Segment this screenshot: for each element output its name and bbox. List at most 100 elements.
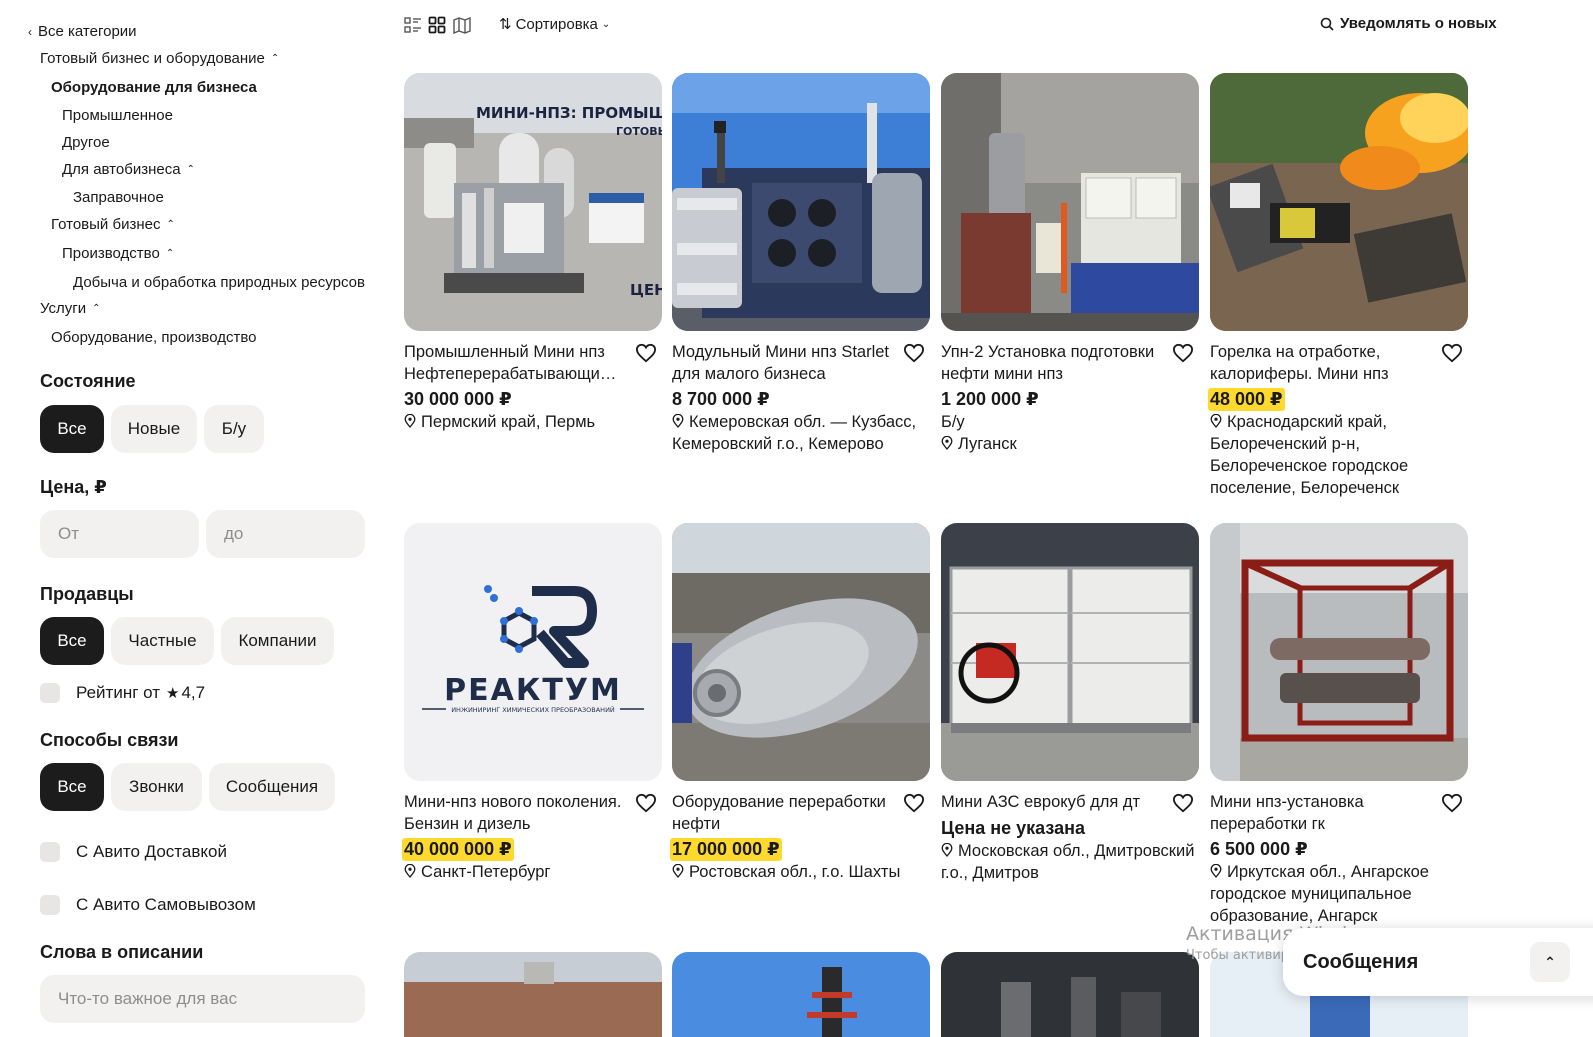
location-pin-icon	[941, 436, 953, 450]
listing-image[interactable]	[941, 523, 1199, 781]
listing-location: Пермский край, Пермь	[404, 411, 662, 433]
sort-dropdown[interactable]: ⇅ Сортировка ⌄	[499, 15, 610, 34]
listing-price: 30 000 000 ₽	[404, 389, 512, 409]
listing-image[interactable]	[1210, 73, 1468, 331]
contact-calls-button[interactable]: Звонки	[111, 763, 202, 811]
category-item[interactable]: Готовый бизнес ⌃	[51, 216, 175, 233]
category-item[interactable]: Производство ⌃	[62, 245, 174, 262]
price-from-input[interactable]	[40, 510, 199, 558]
listing-card[interactable]: Оборудование переработки нефти 17 000 00…	[670, 523, 930, 883]
condition-new-button[interactable]: Новые	[111, 405, 197, 453]
keywords-input[interactable]	[40, 975, 365, 1023]
listing-card[interactable]: Мини нпз-установка переработки гк 6 500 …	[1210, 523, 1468, 927]
heart-icon[interactable]	[903, 343, 925, 363]
all-categories-link[interactable]: ‹ Все категории	[28, 23, 137, 40]
category-item[interactable]: Готовый бизнес и оборудование ⌃	[40, 50, 279, 67]
messages-panel[interactable]: Сообщения ⌃	[1283, 928, 1593, 996]
rating-checkbox[interactable]	[40, 683, 60, 703]
category-item[interactable]: Заправочное	[73, 189, 164, 206]
notify-new-button[interactable]: Уведомлять о новых	[1320, 15, 1497, 32]
listing-price: 17 000 000 ₽	[670, 838, 782, 861]
search-bell-icon	[1320, 17, 1334, 31]
contact-messages-button[interactable]: Сообщения	[209, 763, 335, 811]
listing-title[interactable]: Горелка на отработке, калориферы. Мини н…	[1210, 342, 1468, 385]
listing-title[interactable]: Мини-нпз нового поколения. Бензин и дизе…	[404, 792, 662, 835]
listing-title[interactable]: Модульный Мини нпз Starlet для малого би…	[672, 342, 930, 385]
listing-image[interactable]	[941, 73, 1199, 331]
chevron-up-icon[interactable]: ⌃	[1530, 942, 1570, 982]
map-view-icon[interactable]	[453, 16, 471, 34]
condition-all-button[interactable]: Все	[40, 405, 104, 453]
heart-icon[interactable]	[635, 793, 657, 813]
delivery-checkbox[interactable]	[40, 842, 60, 862]
avito-delivery-filter[interactable]: С Авито Доставкой	[40, 842, 227, 862]
condition-used-button[interactable]: Б/у	[204, 405, 264, 453]
listing-location: Московская обл., Дмитровский г.о., Дмитр…	[941, 841, 1195, 882]
listing-image[interactable]: МИНИ-НПЗ: ПРОМЫШЛЕНН ГОТОВЫЙ ЦЕН	[404, 73, 662, 331]
location-pin-icon	[672, 864, 684, 878]
sellers-all-button[interactable]: Все	[40, 617, 104, 665]
listing-location: Иркутская обл., Ангарское городское муни…	[1210, 863, 1429, 925]
image-overlay-text: МИНИ-НПЗ: ПРОМЫШЛЕНН	[476, 104, 662, 122]
location-pin-icon	[1210, 864, 1222, 878]
listing-location: Краснодарский край, Белореченский р-н, Б…	[1210, 413, 1409, 497]
category-item[interactable]: Для автобизнеса ⌃	[62, 161, 195, 178]
listing-title[interactable]: Упн-2 Установка подготовки нефти мини нп…	[941, 342, 1199, 385]
category-item[interactable]: Добыча и обработка природных ресурсов	[73, 274, 365, 291]
listing-image[interactable]: РЕАКТУМ ИНЖИНИРИНГ ХИМИЧЕСКИХ ПРЕОБРАЗОВ…	[404, 523, 662, 781]
listing-card[interactable]: МИНИ-НПЗ: ПРОМЫШЛЕНН ГОТОВЫЙ ЦЕН Промышл…	[404, 73, 662, 433]
listing-title[interactable]: Оборудование переработки нефти	[672, 792, 930, 835]
sellers-title: Продавцы	[40, 584, 134, 604]
listing-card[interactable]: Модульный Мини нпз Starlet для малого би…	[672, 73, 930, 455]
grid-view-icon[interactable]	[428, 16, 446, 34]
listing-card[interactable]: Мини АЗС еврокуб для дт Цена не указана …	[941, 523, 1199, 884]
listing-location: Санкт-Петербург	[404, 861, 662, 883]
listing-price: 40 000 000 ₽	[402, 838, 514, 861]
listing-image[interactable]	[672, 523, 930, 781]
price-to-input[interactable]	[206, 510, 365, 558]
heart-icon[interactable]	[635, 343, 657, 363]
pickup-checkbox[interactable]	[40, 895, 60, 915]
listing-price: 6 500 000 ₽	[1210, 839, 1308, 859]
heart-icon[interactable]	[903, 793, 925, 813]
listing-card[interactable]: РЕАКТУМ ИНЖИНИРИНГ ХИМИЧЕСКИХ ПРЕОБРАЗОВ…	[402, 523, 662, 883]
heart-icon[interactable]	[1441, 343, 1463, 363]
contact-all-button[interactable]: Все	[40, 763, 104, 811]
listing-price: 8 700 000 ₽	[672, 389, 770, 409]
category-item[interactable]: Оборудование, производство	[51, 329, 257, 346]
chevron-up-icon: ⌃	[165, 248, 175, 259]
listing-title[interactable]: Мини АЗС еврокуб для дт	[941, 792, 1199, 814]
image-overlay-text: ГОТОВЫЙ	[616, 125, 662, 138]
listing-title[interactable]: Мини нпз-установка переработки гк	[1210, 792, 1468, 835]
listing-image-partial[interactable]	[404, 952, 662, 1037]
sellers-companies-button[interactable]: Компании	[221, 617, 334, 665]
image-overlay-text: ЦЕН	[630, 281, 662, 299]
listing-card[interactable]: Упн-2 Установка подготовки нефти мини нп…	[941, 73, 1199, 455]
category-item[interactable]: Другое	[62, 134, 110, 151]
listing-title[interactable]: Промышленный Мини нпз Нефтеперерабатываю…	[404, 342, 662, 385]
category-item-selected[interactable]: Оборудование для бизнеса	[51, 79, 257, 96]
listing-image-partial[interactable]	[941, 952, 1199, 1037]
listing-image-partial[interactable]	[672, 952, 930, 1037]
listing-image[interactable]	[672, 73, 930, 331]
filters-sidebar: ‹ Все категории Готовый бизнес и оборудов…	[0, 0, 380, 1037]
sellers-private-button[interactable]: Частные	[111, 617, 214, 665]
chevron-up-icon: ⌃	[166, 219, 175, 230]
category-item[interactable]: Промышленное	[62, 107, 173, 124]
back-chevron-icon: ‹	[28, 25, 32, 39]
listing-image[interactable]	[1210, 523, 1468, 781]
chevron-up-icon: ⌃	[186, 164, 195, 175]
heart-icon[interactable]	[1441, 793, 1463, 813]
heart-icon[interactable]	[1172, 343, 1194, 363]
avito-pickup-filter[interactable]: С Авито Самовывозом	[40, 895, 256, 915]
location-pin-icon	[1210, 414, 1222, 428]
listing-condition: Б/у	[941, 413, 965, 431]
category-item[interactable]: Услуги ⌃	[40, 300, 101, 317]
list-view-icon[interactable]	[404, 16, 422, 34]
location-pin-icon	[404, 864, 416, 878]
rating-filter[interactable]: Рейтинг от ★ 4,7	[40, 683, 205, 703]
heart-icon[interactable]	[1172, 793, 1194, 813]
chevron-up-icon: ⌃	[92, 303, 101, 314]
condition-title: Состояние	[40, 371, 136, 391]
listing-card[interactable]: Горелка на отработке, калориферы. Мини н…	[1208, 73, 1468, 499]
